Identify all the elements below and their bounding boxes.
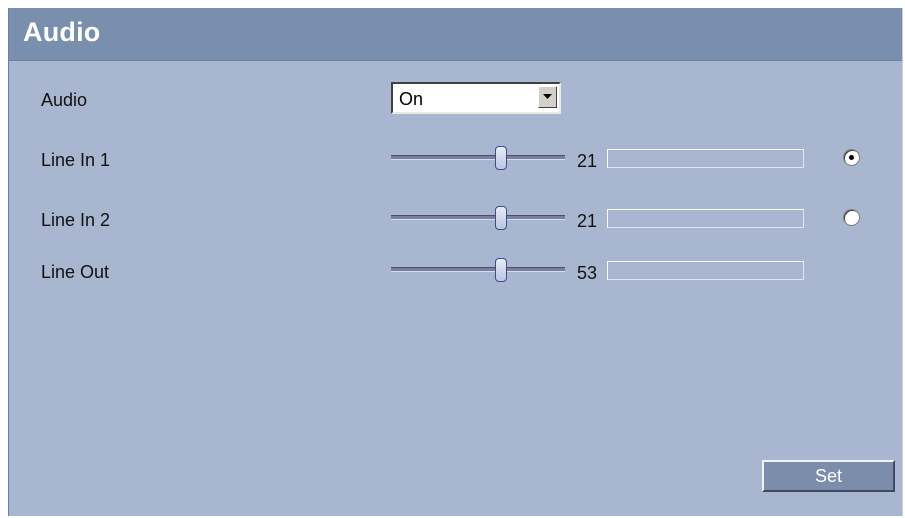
slider-track: [391, 215, 565, 220]
slider-thumb[interactable]: [495, 258, 507, 282]
slider-thumb[interactable]: [495, 206, 507, 230]
slider-track: [391, 267, 565, 272]
line-out-value: 53: [577, 263, 598, 283]
line-in-1-label: Line In 1: [41, 150, 111, 170]
line-in-1-slider[interactable]: [391, 146, 565, 170]
dropdown-arrow-icon[interactable]: [538, 86, 557, 108]
line-in-2-level-meter: [607, 209, 804, 228]
line-in-2-value: 21: [577, 211, 598, 231]
audio-settings-panel: Audio Audio On Line In 1 21 Line In 2 21…: [8, 8, 903, 516]
line-out-label: Line Out: [41, 262, 110, 282]
line-in-2-label: Line In 2: [41, 210, 111, 230]
audio-label: Audio: [41, 90, 88, 110]
line-out-level-meter: [607, 261, 804, 280]
line-out-slider[interactable]: [391, 258, 565, 282]
radio-dot: [849, 155, 854, 160]
line-in-1-level-meter: [607, 149, 804, 168]
section-header: Audio: [9, 8, 902, 61]
line-in-1-radio[interactable]: [843, 149, 860, 166]
slider-thumb[interactable]: [495, 146, 507, 170]
audio-select[interactable]: On: [391, 82, 561, 114]
line-in-2-slider[interactable]: [391, 206, 565, 230]
line-in-1-value: 21: [577, 151, 598, 171]
slider-track: [391, 155, 565, 160]
line-in-2-radio[interactable]: [843, 209, 860, 226]
section-title: Audio: [23, 17, 101, 47]
set-button[interactable]: Set: [762, 460, 895, 492]
audio-select-value: On: [399, 89, 424, 109]
